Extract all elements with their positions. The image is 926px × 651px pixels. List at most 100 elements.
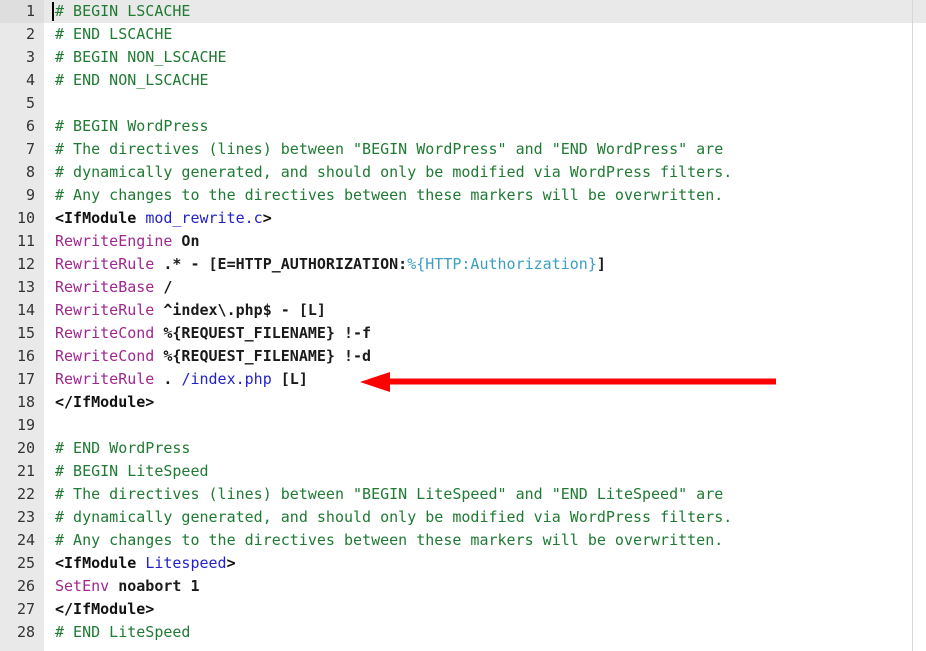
code-token-keyword: RewriteRule [55, 301, 155, 319]
code-line-content[interactable]: RewriteCond %{REQUEST_FILENAME} !-f [44, 322, 371, 345]
code-token-plain: . [154, 370, 182, 388]
code-token-value: /index.php [181, 370, 272, 388]
code-token-tag: <IfModule [55, 209, 146, 227]
code-line[interactable]: 3 # BEGIN NON_LSCACHE [0, 46, 926, 69]
code-token-comment: # BEGIN WordPress [55, 117, 209, 135]
line-number: 4 [25, 71, 35, 89]
code-line-content[interactable]: RewriteEngine On [44, 230, 200, 253]
code-line[interactable]: 24 # Any changes to the directives betwee… [0, 529, 926, 552]
code-editor[interactable]: 1 # BEGIN LSCACHE 2 # END LSCACHE 3 # BEGIN N… [0, 0, 926, 651]
code-line[interactable]: 26 SetEnv noabort 1 [0, 575, 926, 598]
code-line-content[interactable]: # Any changes to the directives between … [44, 529, 723, 552]
code-token-comment: # The directives (lines) between "BEGIN … [55, 140, 724, 158]
code-line-content[interactable]: # END LSCACHE [44, 23, 172, 46]
line-number: 23 [16, 508, 35, 526]
code-token-plain: / [154, 278, 173, 296]
code-line[interactable]: 17 RewriteRule . /index.php [L] [0, 368, 926, 391]
line-number: 20 [16, 439, 35, 457]
right-margin-rule [912, 0, 913, 651]
code-line[interactable]: 4 # END NON_LSCACHE [0, 69, 926, 92]
line-number: 24 [16, 531, 35, 549]
code-line-content[interactable]: # END WordPress [44, 437, 190, 460]
code-line[interactable]: 11 RewriteEngine On [0, 230, 926, 253]
code-line[interactable]: 2 # END LSCACHE [0, 23, 926, 46]
code-token-tag: <IfModule [55, 554, 146, 572]
code-token-tag: > [262, 209, 272, 227]
code-line-content[interactable]: # The directives (lines) between "BEGIN … [44, 483, 723, 506]
code-line[interactable]: 8 # dynamically generated, and should onl… [0, 161, 926, 184]
line-number: 26 [16, 577, 35, 595]
line-number: 10 [16, 209, 35, 227]
code-line[interactable]: 18 </IfModule> [0, 391, 926, 414]
code-token-plain: ^index\.php$ - [L] [154, 301, 326, 319]
code-line[interactable]: 22 # The directives (lines) between "BEGI… [0, 483, 926, 506]
code-token-value: Litespeed [145, 554, 227, 572]
code-line-content[interactable]: RewriteRule .* - [E=HTTP_AUTHORIZATION:%… [44, 253, 606, 276]
code-line[interactable]: 6 # BEGIN WordPress [0, 115, 926, 138]
line-number: 3 [25, 48, 35, 66]
line-number: 1 [0, 0, 44, 23]
code-line-content[interactable]: # END LiteSpeed [44, 621, 190, 644]
code-token-comment: # The directives (lines) between "BEGIN … [55, 485, 724, 503]
code-line[interactable]: 16 RewriteCond %{REQUEST_FILENAME} !-d [0, 345, 926, 368]
code-line-content[interactable]: # The directives (lines) between "BEGIN … [44, 138, 723, 161]
code-line[interactable]: 20 # END WordPress [0, 437, 926, 460]
code-line-list[interactable]: 1 # BEGIN LSCACHE 2 # END LSCACHE 3 # BEGIN N… [0, 0, 926, 644]
line-number: 25 [16, 554, 35, 572]
code-token-keyword: RewriteCond [55, 347, 155, 365]
line-number: 11 [16, 232, 35, 250]
code-token-plain: [L] [271, 370, 308, 388]
code-token-tag: </IfModule> [55, 393, 155, 411]
code-line[interactable]: 19 [0, 414, 926, 437]
code-line[interactable]: 25 <IfModule Litespeed> [0, 552, 926, 575]
code-line-content[interactable]: </IfModule> [44, 391, 154, 414]
code-line-content[interactable]: RewriteBase / [44, 276, 172, 299]
code-token-plain: On [172, 232, 200, 250]
line-number: 19 [16, 416, 35, 434]
code-line-content[interactable]: RewriteCond %{REQUEST_FILENAME} !-d [44, 345, 371, 368]
code-line[interactable]: 13 RewriteBase / [0, 276, 926, 299]
code-line[interactable]: 7 # The directives (lines) between "BEGIN… [0, 138, 926, 161]
code-line-content[interactable]: # BEGIN LSCACHE [44, 0, 190, 23]
code-token-comment: # BEGIN NON_LSCACHE [55, 48, 227, 66]
code-line-content[interactable]: # BEGIN WordPress [44, 115, 209, 138]
code-line[interactable]: 5 [0, 92, 926, 115]
code-line[interactable]: 21 # BEGIN LiteSpeed [0, 460, 926, 483]
code-line-content[interactable]: # BEGIN NON_LSCACHE [44, 46, 227, 69]
code-line-content[interactable]: RewriteRule ^index\.php$ - [L] [44, 299, 326, 322]
code-line[interactable]: 15 RewriteCond %{REQUEST_FILENAME} !-f [0, 322, 926, 345]
code-token-plain: .* - [E=HTTP_AUTHORIZATION: [154, 255, 408, 273]
code-token-keyword: RewriteCond [55, 324, 155, 342]
code-line-content[interactable]: </IfModule> [44, 598, 154, 621]
code-line-content[interactable]: # dynamically generated, and should only… [44, 506, 732, 529]
code-line[interactable]: 23 # dynamically generated, and should on… [0, 506, 926, 529]
code-line-content[interactable]: # Any changes to the directives between … [44, 184, 723, 207]
code-line[interactable]: 1 # BEGIN LSCACHE [0, 0, 926, 23]
code-line-content[interactable]: # END NON_LSCACHE [44, 69, 209, 92]
code-line-content[interactable]: # BEGIN LiteSpeed [44, 460, 209, 483]
code-line[interactable]: 14 RewriteRule ^index\.php$ - [L] [0, 299, 926, 322]
line-number: 15 [16, 324, 35, 342]
code-line[interactable]: 9 # Any changes to the directives between… [0, 184, 926, 207]
code-token-keyword: SetEnv [55, 577, 110, 595]
code-line-content[interactable]: RewriteRule . /index.php [L] [44, 368, 308, 391]
line-number: 14 [16, 301, 35, 319]
code-token-comment: # BEGIN LSCACHE [55, 2, 191, 20]
code-line-content[interactable]: # dynamically generated, and should only… [44, 161, 732, 184]
line-number: 28 [16, 623, 35, 641]
code-token-tag: </IfModule> [55, 600, 155, 618]
code-token-keyword: RewriteEngine [55, 232, 173, 250]
code-token-comment: # END NON_LSCACHE [55, 71, 209, 89]
code-line-content[interactable]: <IfModule Litespeed> [44, 552, 236, 575]
code-token-comment: # dynamically generated, and should only… [55, 163, 733, 181]
code-line[interactable]: 12 RewriteRule .* - [E=HTTP_AUTHORIZATION… [0, 253, 926, 276]
code-line[interactable]: 27 </IfModule> [0, 598, 926, 621]
code-line-content[interactable]: <IfModule mod_rewrite.c> [44, 207, 272, 230]
code-line[interactable]: 10 <IfModule mod_rewrite.c> [0, 207, 926, 230]
code-line-content[interactable]: SetEnv noabort 1 [44, 575, 200, 598]
code-line[interactable]: 28 # END LiteSpeed [0, 621, 926, 644]
line-number: 22 [16, 485, 35, 503]
code-token-comment: # Any changes to the directives between … [55, 531, 724, 549]
code-token-plain: %{REQUEST_FILENAME} !-d [154, 347, 372, 365]
code-token-plain: ] [596, 255, 606, 273]
